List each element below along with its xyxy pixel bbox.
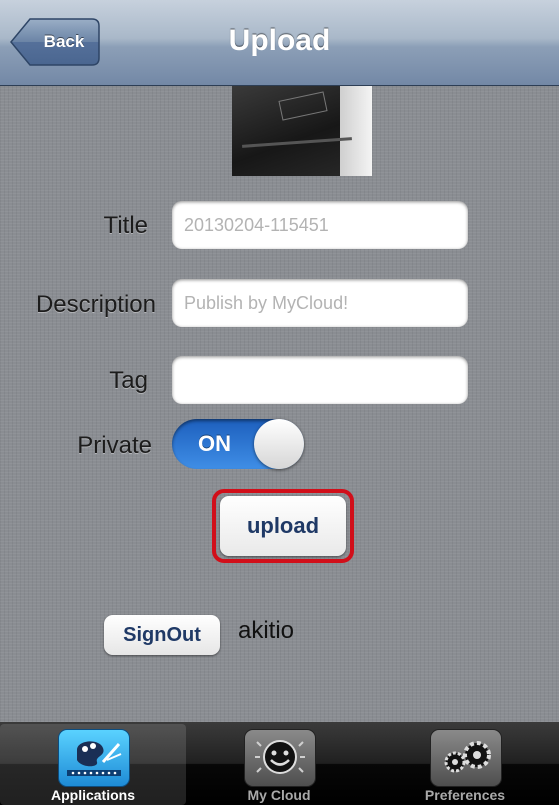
navigation-bar: Back Upload [0, 0, 559, 86]
smiley-cloud-icon [244, 729, 316, 787]
description-label: Description [35, 291, 156, 318]
gears-icon [430, 729, 502, 787]
palette-icon [58, 729, 130, 787]
upload-highlight-frame: upload [212, 489, 354, 563]
tab-preferences[interactable]: Preferences [372, 724, 558, 805]
private-toggle[interactable]: ON [172, 419, 304, 469]
title-field[interactable]: 20130204-115451 [172, 201, 468, 249]
toggle-knob [254, 419, 304, 469]
thumbnail-highlight [340, 86, 372, 176]
upload-button[interactable]: upload [220, 496, 346, 556]
tab-applications[interactable]: Applications [0, 724, 186, 805]
thumbnail-device-label [278, 91, 328, 121]
username-label: akitio [238, 617, 295, 644]
tab-applications-label: Applications [50, 787, 135, 803]
upload-screen: Back Upload Title 20130204-115451 Descri… [0, 0, 559, 805]
tab-my-cloud[interactable]: My Cloud [186, 724, 372, 805]
photo-thumbnail [232, 86, 372, 176]
content-area: Title 20130204-115451 Description Publis… [0, 86, 559, 722]
page-title: Upload [228, 24, 331, 57]
signout-button[interactable]: SignOut [104, 615, 220, 655]
toggle-state-label: ON [198, 431, 231, 456]
private-label: Private [77, 432, 152, 459]
tag-field[interactable] [172, 356, 468, 404]
title-label: Title [103, 212, 148, 239]
thumbnail-edge [242, 137, 352, 148]
tab-preferences-label: Preferences [424, 787, 506, 803]
tab-bar: Applications My Cloud Preferences [0, 722, 559, 805]
tag-label: Tag [109, 367, 148, 394]
tab-my-cloud-label: My Cloud [247, 787, 311, 803]
description-field[interactable]: Publish by MyCloud! [172, 279, 468, 327]
